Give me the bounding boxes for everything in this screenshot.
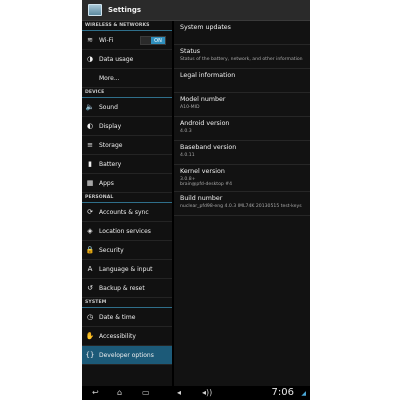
about-item-baseband-version[interactable]: Baseband version 4.0.11	[174, 141, 310, 165]
about-item-value: 4.0.3	[180, 129, 192, 134]
tablet-screen: Settings WIRELESS & NETWORKS ≋ Wi-Fi ON ◑ Dat…	[82, 0, 310, 386]
toggle-on-label: ON	[151, 37, 165, 44]
apps-icon: ▦	[86, 179, 94, 187]
sidebar-item-apps[interactable]: ▦ Apps	[82, 174, 172, 193]
about-item-title: System updates	[180, 24, 231, 31]
about-item-title: Model number	[180, 96, 226, 103]
about-item-kernel-version[interactable]: Kernel version 3.0.8+ brain@pfd-desktop #…	[174, 165, 310, 192]
sidebar-item-label: Battery	[99, 160, 122, 168]
display-icon: ◐	[86, 122, 94, 130]
sidebar-item-label: Sound	[99, 103, 118, 111]
sound-icon: 🔈	[85, 103, 95, 111]
sidebar-item-battery[interactable]: ▮ Battery	[82, 155, 172, 174]
about-item-system-updates[interactable]: System updates	[174, 21, 310, 45]
section-header: DEVICE	[82, 88, 172, 98]
sidebar-item-label: Accessibility	[99, 332, 136, 340]
sync-icon: ⟳	[87, 208, 93, 216]
about-item-title: Build number	[180, 194, 223, 202]
about-item-value: A10-MID	[180, 105, 200, 110]
blank-icon	[86, 74, 94, 82]
developer-icon: {}	[85, 351, 95, 359]
sidebar-item-label: Security	[99, 246, 124, 254]
wifi-icon: ≋	[87, 36, 93, 44]
home-icon[interactable]: ⌂	[117, 388, 122, 397]
wifi-status-icon: ◢	[301, 390, 306, 397]
system-nav-bar: ↩ ⌂ ▭ ◂ ◂)) 7:06 ◢	[82, 386, 310, 400]
about-tablet-list: System updates Status Status of the batter…	[174, 21, 310, 386]
sidebar-item-label: Display	[99, 122, 122, 130]
about-item-status[interactable]: Status Status of the battery, network, an…	[174, 45, 310, 69]
sidebar-item-display[interactable]: ◐ Display	[82, 117, 172, 136]
sidebar-item-accessibility[interactable]: ✋ Accessibility	[82, 327, 172, 346]
about-item-value: Status of the battery, network, and othe…	[180, 57, 303, 62]
wifi-toggle[interactable]: ON	[140, 36, 166, 45]
about-item-legal-information[interactable]: Legal information	[174, 69, 310, 93]
sidebar-item-date-time[interactable]: ◷ Date & time	[82, 308, 172, 327]
sidebar-item-label: Accounts & sync	[99, 208, 149, 216]
sidebar-item-label: More...	[99, 74, 120, 82]
sidebar-item-security[interactable]: 🔒 Security	[82, 241, 172, 260]
about-item-title: Baseband version	[180, 144, 237, 151]
sidebar-item-language-input[interactable]: A Language & input	[82, 260, 172, 279]
sidebar-item-label: Storage	[99, 141, 123, 149]
battery-icon: ▮	[88, 160, 92, 168]
backup-icon: ↺	[87, 284, 93, 292]
about-item-value: nuclear_pfd98-eng 4.0.3 IML74K 20130515 …	[180, 203, 302, 209]
sidebar-item-label: Date & time	[99, 313, 136, 321]
about-item-title: Legal information	[180, 72, 236, 79]
recent-apps-icon[interactable]: ▭	[142, 388, 150, 397]
sidebar-item-data-usage[interactable]: ◑ Data usage	[82, 50, 172, 69]
about-item-title: Kernel version	[180, 168, 225, 175]
back-icon[interactable]: ↩	[92, 388, 99, 397]
section-header: PERSONAL	[82, 193, 172, 203]
about-item-value: 3.0.8+ brain@pfd-desktop #4	[180, 177, 233, 188]
action-bar: Settings	[82, 0, 310, 21]
sidebar-item-more[interactable]: More...	[82, 69, 172, 88]
volume-down-icon[interactable]: ◂	[177, 388, 181, 397]
status-clock[interactable]: 7:06	[272, 387, 294, 398]
about-item-android-version[interactable]: Android version 4.0.3	[174, 117, 310, 141]
about-item-value: 4.0.11	[180, 153, 195, 158]
app-title: Settings	[108, 6, 142, 14]
sidebar-item-backup-reset[interactable]: ↺ Backup & reset	[82, 279, 172, 298]
accessibility-icon: ✋	[85, 332, 95, 340]
sidebar-item-label: Data usage	[99, 55, 134, 63]
about-item-model-number[interactable]: Model number A10-MID	[174, 93, 310, 117]
sidebar-item-developer-options[interactable]: {} Developer options	[82, 346, 172, 365]
section-header: WIRELESS & NETWORKS	[82, 21, 172, 31]
about-item-title: Android version	[180, 120, 230, 127]
volume-up-icon[interactable]: ◂))	[202, 388, 212, 397]
sidebar-item-wi-fi[interactable]: ≋ Wi-Fi ON	[82, 31, 172, 50]
sidebar-item-accounts-sync[interactable]: ⟳ Accounts & sync	[82, 203, 172, 222]
settings-categories-list: WIRELESS & NETWORKS ≋ Wi-Fi ON ◑ Data usage Mo…	[82, 21, 172, 386]
settings-app-icon[interactable]	[88, 4, 102, 16]
lock-icon: 🔒	[85, 246, 95, 254]
language-icon: A	[87, 265, 93, 273]
sidebar-item-label: Language & input	[99, 265, 153, 273]
storage-icon: ≡	[87, 141, 93, 149]
sidebar-item-label: Developer options	[99, 351, 154, 359]
about-item-build-number[interactable]: Build number nuclear_pfd98-eng 4.0.3 IML7…	[174, 192, 310, 216]
section-header: SYSTEM	[82, 298, 172, 308]
sidebar-item-sound[interactable]: 🔈 Sound	[82, 98, 172, 117]
sidebar-item-label: Location services	[99, 227, 151, 235]
sidebar-item-label: Backup & reset	[99, 284, 145, 292]
sidebar-item-location-services[interactable]: ◈ Location services	[82, 222, 172, 241]
data-usage-icon: ◑	[86, 55, 94, 63]
about-item-title: Status	[180, 48, 201, 55]
sidebar-item-label: Apps	[99, 179, 114, 187]
location-icon: ◈	[87, 227, 93, 235]
clock-icon: ◷	[86, 313, 94, 321]
sidebar-item-storage[interactable]: ≡ Storage	[82, 136, 172, 155]
